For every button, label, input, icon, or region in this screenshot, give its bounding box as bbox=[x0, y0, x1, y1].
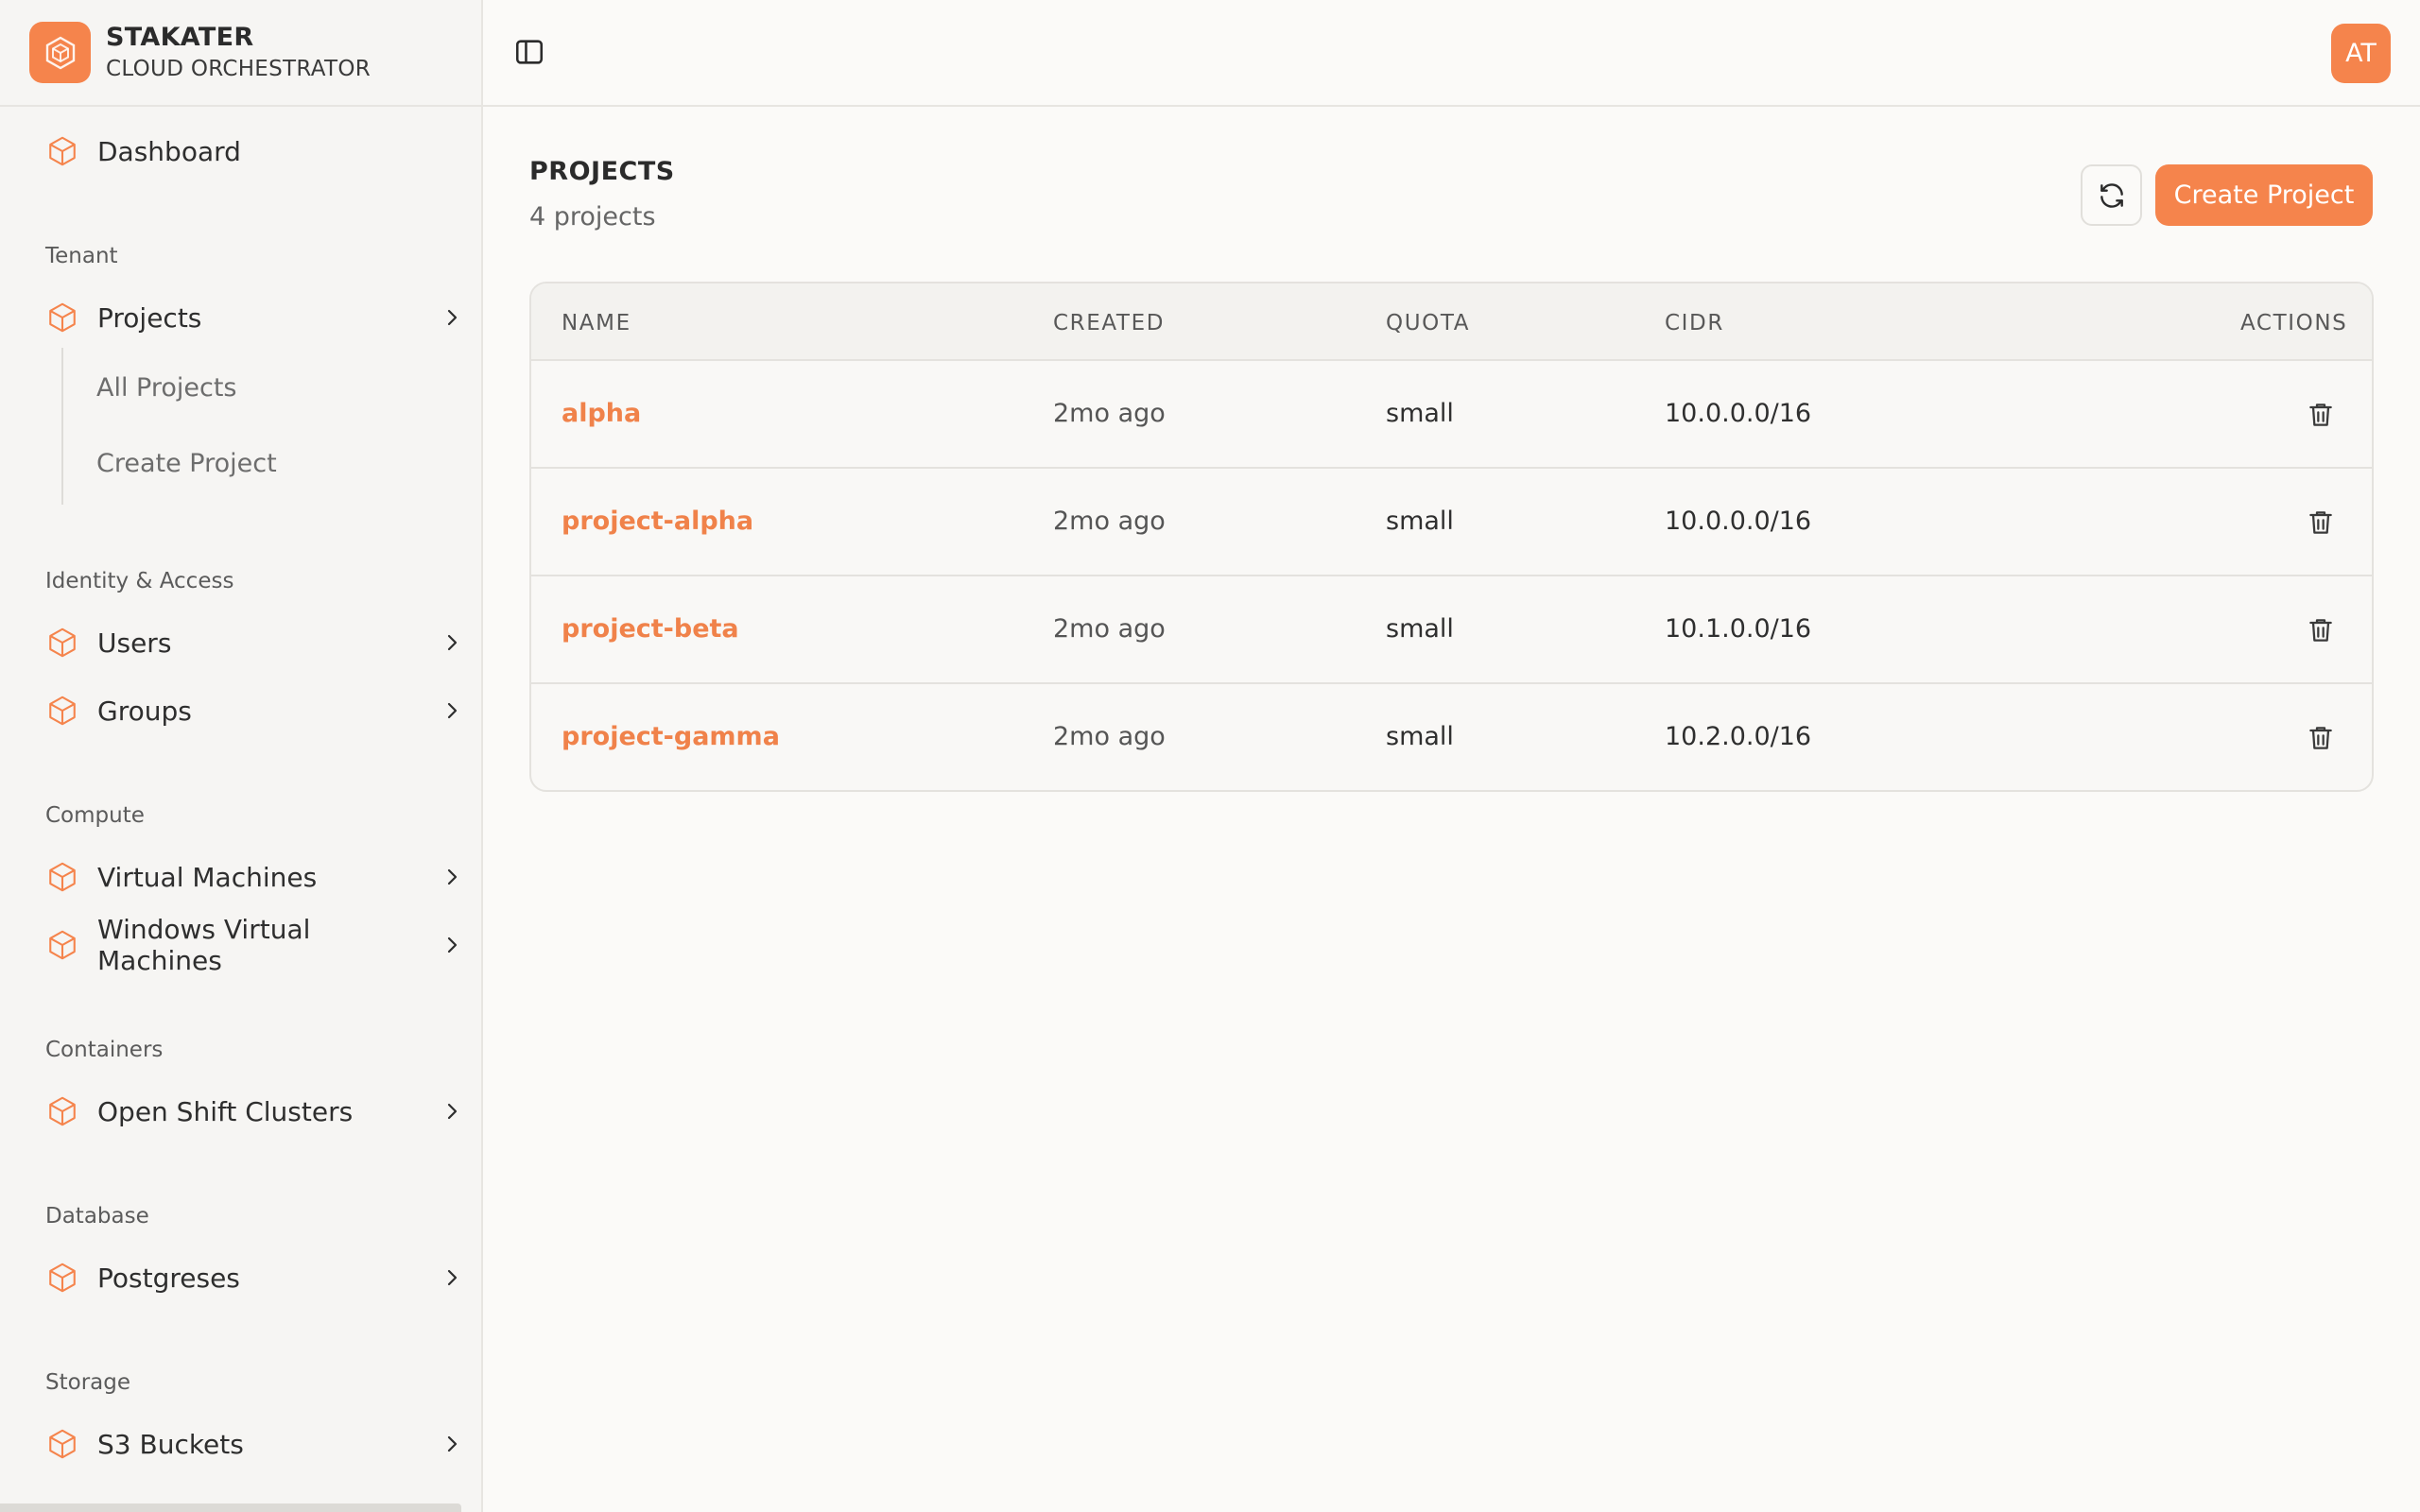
sidebar-toggle-icon[interactable] bbox=[513, 36, 545, 68]
table-row: project-alpha 2mo ago small 10.0.0.0/16 bbox=[531, 469, 2372, 576]
cube-icon bbox=[49, 862, 76, 892]
sidebar-item-label: Open Shift Clusters bbox=[97, 1095, 354, 1127]
sidebar-subitem-all-projects[interactable]: All Projects bbox=[96, 373, 237, 403]
cube-icon bbox=[49, 1263, 76, 1293]
quota-cell: small bbox=[1386, 507, 1454, 536]
sidebar-item-openshift-clusters[interactable]: Open Shift Clusters bbox=[45, 1084, 471, 1139]
sidebar-item-windows-vms[interactable]: Windows Virtual Machines bbox=[45, 914, 471, 976]
page-title: PROJECTS bbox=[529, 157, 675, 186]
chevron-right-icon bbox=[447, 1269, 458, 1286]
refresh-icon bbox=[2100, 182, 2123, 208]
sidebar-item-s3-buckets[interactable]: S3 Buckets bbox=[45, 1417, 471, 1471]
create-project-button[interactable]: Create Project bbox=[2155, 164, 2373, 226]
chevron-right-icon bbox=[447, 1103, 458, 1120]
project-name-link[interactable]: project-gamma bbox=[562, 722, 780, 751]
chevron-right-icon bbox=[447, 634, 458, 651]
section-title-tenant: Tenant bbox=[45, 244, 118, 268]
brand-header: STAKATER CLOUD ORCHESTRATOR bbox=[0, 0, 481, 107]
cidr-cell: 10.0.0.0/16 bbox=[1665, 399, 1812, 428]
table-row: project-gamma 2mo ago small 10.2.0.0/16 bbox=[531, 684, 2372, 790]
refresh-button[interactable] bbox=[2081, 164, 2142, 226]
sidebar-item-postgreses[interactable]: Postgreses bbox=[45, 1250, 471, 1305]
section-title-storage: Storage bbox=[45, 1370, 130, 1395]
project-name-link[interactable]: project-beta bbox=[562, 614, 739, 644]
chevron-right-icon bbox=[447, 309, 458, 326]
main-content: AT PROJECTS 4 projects Create Project NA… bbox=[483, 0, 2420, 1512]
created-cell: 2mo ago bbox=[1053, 614, 1166, 644]
cube-icon bbox=[49, 930, 76, 960]
sidebar-subitem-create-project[interactable]: Create Project bbox=[96, 449, 277, 478]
sidebar-item-label: S3 Buckets bbox=[97, 1428, 244, 1460]
project-name-link[interactable]: project-alpha bbox=[562, 507, 753, 536]
sidebar-item-label: Users bbox=[97, 627, 172, 659]
column-header-cidr[interactable]: CIDR bbox=[1665, 311, 1724, 335]
sidebar-item-virtual-machines[interactable]: Virtual Machines bbox=[45, 850, 471, 904]
chevron-right-icon bbox=[447, 702, 458, 719]
cube-icon bbox=[49, 696, 76, 726]
brand-subtitle: CLOUD ORCHESTRATOR bbox=[106, 56, 372, 81]
sidebar-item-users[interactable]: Users bbox=[45, 615, 471, 670]
cidr-cell: 10.2.0.0/16 bbox=[1665, 722, 1812, 751]
sidebar-item-groups[interactable]: Groups bbox=[45, 683, 471, 738]
chevron-right-icon bbox=[447, 868, 458, 885]
trash-icon[interactable] bbox=[2306, 399, 2336, 431]
sidebar-item-projects[interactable]: Projects bbox=[45, 290, 471, 345]
cidr-cell: 10.0.0.0/16 bbox=[1665, 507, 1812, 536]
app-root: STAKATER CLOUD ORCHESTRATOR Dashboard Te… bbox=[0, 0, 2420, 1512]
column-header-created[interactable]: CREATED bbox=[1053, 311, 1165, 335]
quota-cell: small bbox=[1386, 399, 1454, 428]
sidebar-scrollbar[interactable] bbox=[0, 1503, 461, 1512]
chevron-right-icon bbox=[447, 1435, 458, 1452]
section-title-identity: Identity & Access bbox=[45, 569, 234, 593]
sidebar-item-label: Postgreses bbox=[97, 1262, 240, 1294]
section-title-compute: Compute bbox=[45, 803, 145, 828]
projects-table: NAME CREATED QUOTA CIDR ACTIONS alpha 2m… bbox=[529, 282, 2374, 792]
sidebar-item-label: Groups bbox=[97, 695, 192, 727]
trash-icon[interactable] bbox=[2306, 722, 2336, 754]
table-row: project-beta 2mo ago small 10.1.0.0/16 bbox=[531, 576, 2372, 684]
table-header: NAME CREATED QUOTA CIDR ACTIONS bbox=[531, 284, 2372, 361]
cube-icon bbox=[49, 1096, 76, 1126]
sidebar: STAKATER CLOUD ORCHESTRATOR Dashboard Te… bbox=[0, 0, 483, 1512]
cidr-cell: 10.1.0.0/16 bbox=[1665, 614, 1812, 644]
chevron-right-icon bbox=[447, 936, 458, 954]
user-avatar[interactable]: AT bbox=[2331, 24, 2391, 83]
sidebar-item-label: Windows Virtual Machines bbox=[97, 914, 311, 976]
cube-icon bbox=[49, 627, 76, 658]
quota-cell: small bbox=[1386, 614, 1454, 644]
section-title-containers: Containers bbox=[45, 1038, 164, 1062]
sidebar-item-label: Virtual Machines bbox=[97, 861, 318, 893]
cube-icon bbox=[49, 136, 76, 166]
cube-icon bbox=[49, 302, 76, 333]
project-count: 4 projects bbox=[529, 202, 656, 232]
sidebar-item-label: Dashboard bbox=[97, 135, 241, 167]
created-cell: 2mo ago bbox=[1053, 399, 1166, 428]
column-header-quota[interactable]: QUOTA bbox=[1386, 311, 1470, 335]
created-cell: 2mo ago bbox=[1053, 722, 1166, 751]
created-cell: 2mo ago bbox=[1053, 507, 1166, 536]
quota-cell: small bbox=[1386, 722, 1454, 751]
table-row: alpha 2mo ago small 10.0.0.0/16 bbox=[531, 361, 2372, 469]
project-name-link[interactable]: alpha bbox=[562, 399, 641, 428]
submenu-rail bbox=[61, 348, 63, 505]
trash-icon[interactable] bbox=[2306, 507, 2336, 539]
sidebar-item-label: Projects bbox=[97, 301, 202, 334]
column-header-actions: ACTIONS bbox=[2240, 311, 2348, 335]
top-bar: AT bbox=[483, 0, 2420, 107]
column-header-name[interactable]: NAME bbox=[562, 311, 631, 335]
cube-icon bbox=[49, 1429, 76, 1459]
sidebar-item-dashboard[interactable]: Dashboard bbox=[45, 124, 471, 179]
brand-name: STAKATER bbox=[106, 22, 254, 52]
trash-icon[interactable] bbox=[2306, 614, 2336, 646]
section-title-database: Database bbox=[45, 1204, 149, 1228]
stakater-logo-icon bbox=[29, 22, 91, 83]
